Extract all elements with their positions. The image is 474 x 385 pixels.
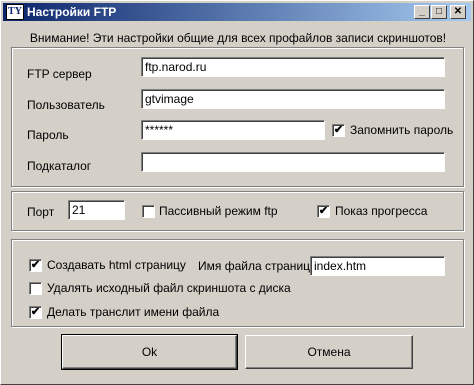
close-button[interactable]: ✕ bbox=[450, 5, 466, 19]
page-file-input[interactable]: index.htm bbox=[310, 256, 445, 276]
port-input[interactable]: 21 bbox=[68, 200, 125, 220]
ftp-server-label: FTP сервер bbox=[27, 67, 92, 81]
ok-button[interactable]: Ok bbox=[61, 334, 238, 370]
subdir-label: Подкаталог bbox=[27, 159, 92, 173]
create-html-label: Создавать html страницу bbox=[47, 258, 186, 272]
translit-label: Делать транслит имени файла bbox=[47, 305, 220, 319]
remember-password-label: Запомнить пароль bbox=[350, 123, 454, 137]
password-label: Пароль bbox=[27, 128, 69, 142]
ftp-settings-window: TY Настройки FTP _ □ ✕ Внимание! Эти нас… bbox=[0, 0, 474, 385]
app-icon: TY bbox=[6, 4, 24, 20]
notice-text: Внимание! Эти настройки общие для всех п… bbox=[29, 31, 447, 45]
show-progress-checkbox[interactable]: ✔ bbox=[317, 205, 330, 218]
cancel-button[interactable]: Отмена bbox=[245, 335, 413, 369]
translit-checkbox[interactable]: ✔ bbox=[29, 306, 42, 319]
remember-password-checkbox[interactable]: ✔ bbox=[332, 124, 345, 137]
delete-source-label: Удалять исходный файл скриншота с диска bbox=[47, 281, 291, 295]
create-html-checkbox[interactable]: ✔ bbox=[29, 259, 42, 272]
user-label: Пользователь bbox=[27, 98, 105, 112]
page-file-label: Имя файла страницы bbox=[198, 259, 319, 273]
subdir-input[interactable] bbox=[141, 152, 445, 172]
password-input[interactable]: ****** bbox=[141, 120, 325, 140]
maximize-button[interactable]: □ bbox=[431, 5, 447, 19]
ftp-server-input[interactable]: ftp.narod.ru bbox=[141, 57, 445, 77]
user-input[interactable]: gtvimage bbox=[141, 89, 445, 109]
delete-source-checkbox[interactable] bbox=[29, 282, 42, 295]
minimize-button[interactable]: _ bbox=[414, 5, 430, 19]
title-bar[interactable]: TY Настройки FTP _ □ ✕ bbox=[3, 3, 471, 21]
port-label: Порт bbox=[27, 205, 55, 219]
passive-mode-label: Пассивный режим ftp bbox=[159, 204, 278, 218]
passive-mode-checkbox[interactable] bbox=[142, 205, 155, 218]
window-title: Настройки FTP bbox=[27, 5, 117, 19]
show-progress-label: Показ прогресса bbox=[335, 204, 428, 218]
